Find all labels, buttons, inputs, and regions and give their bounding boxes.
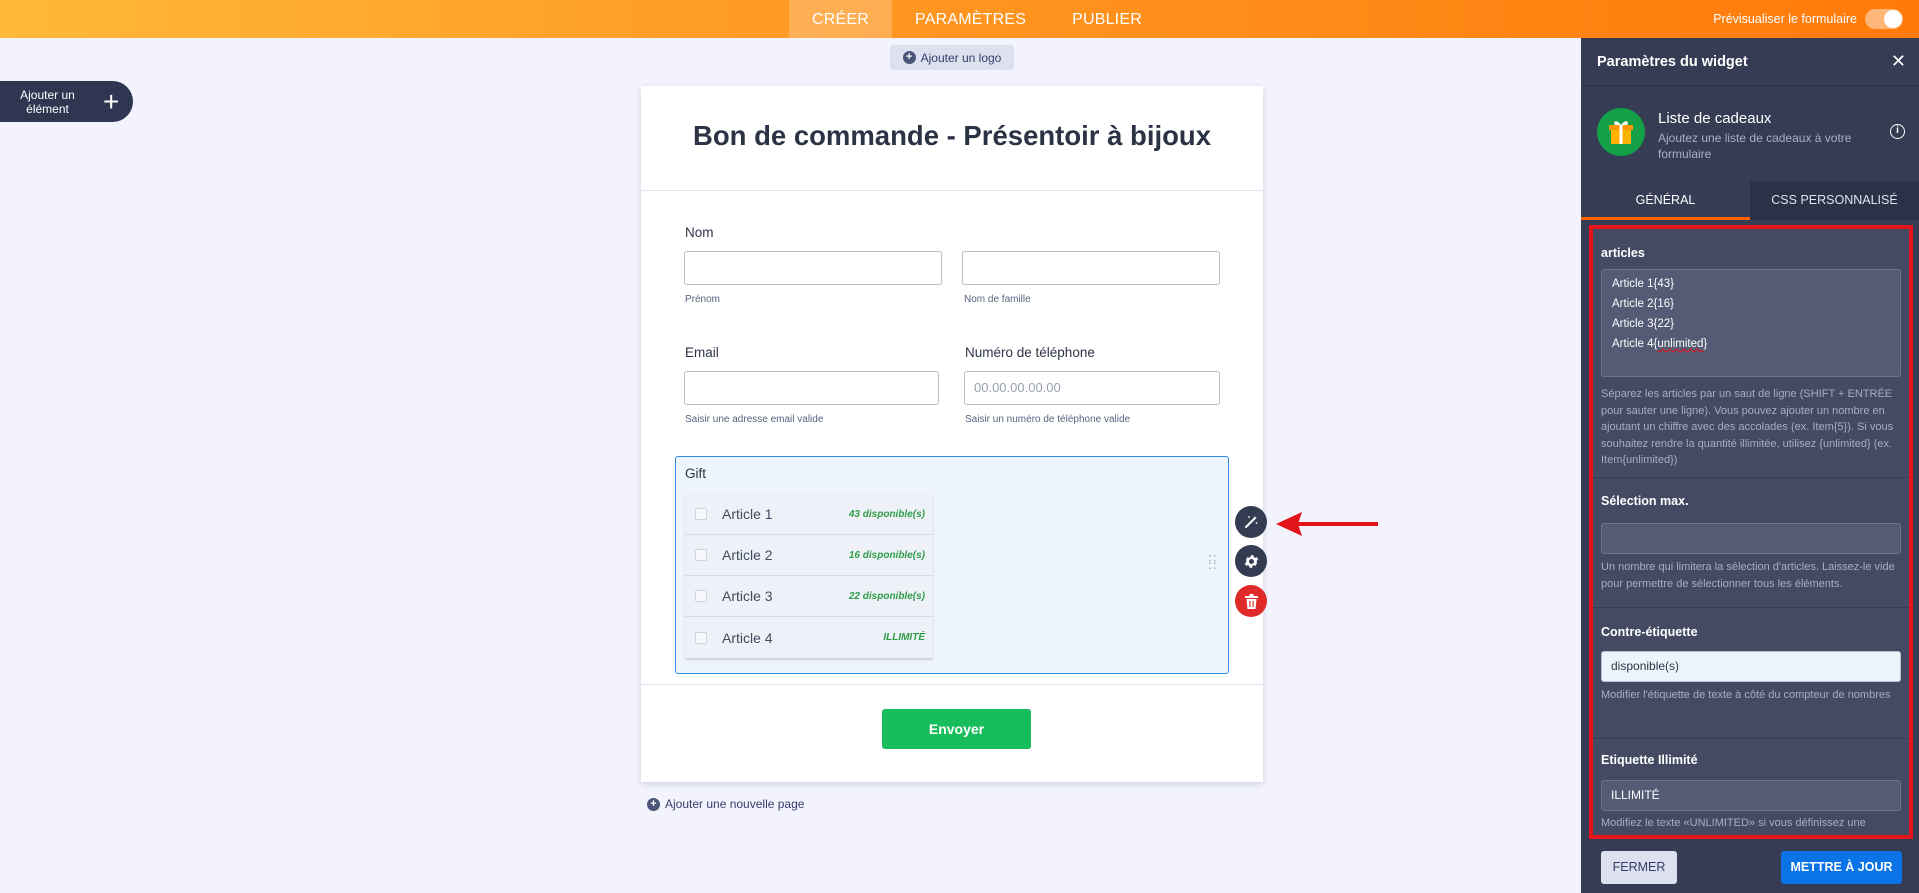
gift-item-name: Article 3 [722,588,773,604]
max-selection-input[interactable] [1601,523,1901,554]
checkbox[interactable] [695,631,707,644]
tab-creer[interactable]: CRÉER [789,0,893,38]
arrow-annotation-icon [1276,512,1378,536]
textarea-line: Article 2{16} [1612,298,1675,310]
max-selection-title: Sélection max. [1601,494,1689,508]
add-page-label: Ajouter une nouvelle page [665,797,805,811]
counter-label-title: Contre-étiquette [1601,625,1698,639]
widget-settings-panel: Paramètres du widget ✕ Liste de cadeaux … [1581,38,1919,893]
gift-list-widget[interactable]: Gift Article 1 43 disponible(s) Article … [675,456,1229,674]
articles-help: Séparez les articles par un saut de lign… [1601,388,1894,466]
close-icon[interactable]: ✕ [1891,51,1906,72]
email-label: Email [685,345,719,360]
gift-title: Gift [685,466,707,481]
tab-general[interactable]: GÉNÉRAL [1581,181,1750,220]
unlimited-label-help: Modifiez le texte «UNLIMITED» si vous dé… [1601,817,1866,829]
name-label: Nom [685,225,714,240]
widget-name: Liste de cadeaux [1658,110,1772,127]
submit-button[interactable]: Envoyer [882,709,1031,749]
email-field[interactable] [684,371,939,405]
trash-icon[interactable] [1235,585,1267,617]
preview-label: Prévisualiser le formulaire [1713,12,1857,26]
add-logo-button[interactable]: + Ajouter un logo [890,45,1014,70]
email-sublabel: Saisir une adresse email valide [685,414,824,425]
unlimited-label-title: Etiquette Illimité [1601,753,1698,767]
top-bar: CRÉER PARAMÈTRES PUBLIER Prévisualiser l… [0,0,1919,38]
gift-item-count: 16 disponible(s) [848,549,925,561]
panel-tabs: GÉNÉRAL CSS PERSONNALISÉ [1581,181,1919,220]
counter-label-section: Contre-étiquette disponible(s) Modifier … [1593,608,1909,739]
checkbox[interactable] [695,549,707,561]
plus-icon: + [103,85,120,117]
info-icon[interactable]: i [1890,124,1905,139]
panel-title: Paramètres du widget [1597,53,1748,70]
preview-toggle-group: Prévisualiser le formulaire [1713,0,1903,38]
unlimited-label-input[interactable]: ILLIMITÉ [1601,780,1901,811]
gear-icon[interactable] [1235,545,1267,577]
gift-item-name: Article 4 [722,629,773,646]
toggle-knob [1884,10,1902,28]
gift-item-count: 22 disponible(s) [848,590,925,602]
gift-icon [1597,108,1645,156]
tab-parametres[interactable]: PARAMÈTRES [892,0,1049,38]
max-selection-section: Sélection max. Un nombre qui limitera la… [1593,478,1909,608]
articles-title: articles [1601,246,1645,260]
textarea-line: Article 4{unlimited} [1612,338,1708,350]
divider [1581,85,1919,86]
first-name-field[interactable] [684,251,942,285]
first-name-sublabel: Prénom [685,294,721,305]
form-title[interactable]: Bon de commande - Présentoir à bijoux [641,120,1263,152]
last-name-field[interactable] [962,251,1220,285]
add-page-button[interactable]: + Ajouter une nouvelle page [647,797,804,811]
gift-item-count: ILLIMITÉ [883,632,925,643]
settings-form: articles Article 1{43} Article 2{16} Art… [1589,225,1913,839]
phone-field[interactable]: 00.00.00.00.00 [964,371,1220,405]
gift-item-name: Article 2 [722,547,773,563]
divider [641,190,1263,191]
update-button[interactable]: METTRE À JOUR [1781,851,1902,884]
last-name-sublabel: Nom de famille [964,294,1031,305]
unlimited-label-section: Etiquette Illimité ILLIMITÉ Modifiez le … [1593,739,1909,835]
gift-item[interactable]: Article 3 22 disponible(s) [685,576,933,617]
add-element-label: Ajouter un élément [20,87,75,116]
articles-section: articles Article 1{43} Article 2{16} Art… [1593,229,1909,478]
gift-item-count: 43 disponible(s) [848,508,925,520]
gift-item[interactable]: Article 4 ILLIMITÉ [685,617,933,658]
textarea-line: Article 3{22} [1612,318,1675,330]
top-tabs: CRÉER PARAMÈTRES PUBLIER [789,0,1165,38]
articles-textarea[interactable]: Article 1{43} Article 2{16} Article 3{22… [1601,269,1901,377]
widget-description: Ajoutez une liste de cadeaux à votre for… [1658,131,1852,161]
gift-item[interactable]: Article 2 16 disponible(s) [685,535,933,576]
add-logo-label: Ajouter un logo [920,50,1002,65]
gift-list: Article 1 43 disponible(s) Article 2 16 … [685,494,933,658]
checkbox[interactable] [695,590,707,602]
close-button[interactable]: FERMER [1601,851,1677,884]
counter-label-help: Modifier l'étiquette de texte à côté du … [1601,689,1891,701]
gift-item[interactable]: Article 1 43 disponible(s) [685,494,933,535]
checkbox[interactable] [695,508,707,520]
tab-publier[interactable]: PUBLIER [1049,0,1165,38]
form-card: Bon de commande - Présentoir à bijoux No… [641,86,1263,782]
plus-circle-icon: + [902,51,916,64]
gift-item-name: Article 1 [722,506,773,522]
wand-icon[interactable] [1235,506,1267,538]
counter-label-input[interactable]: disponible(s) [1601,651,1901,682]
preview-toggle[interactable] [1865,9,1903,29]
divider [641,684,1263,685]
phone-sublabel: Saisir un numéro de téléphone valide [965,414,1131,425]
tab-custom-css[interactable]: CSS PERSONNALISÉ [1750,181,1919,220]
max-selection-help: Un nombre qui limitera la sélection d'ar… [1601,561,1895,590]
add-element-button[interactable]: Ajouter un élément + [0,81,133,122]
plus-circle-icon: + [647,797,660,811]
drag-handle-icon[interactable]: ⁚⁚ ⁚⁚ [1208,554,1218,571]
widget-info: Liste de cadeaux Ajoutez une liste de ca… [1597,108,1913,161]
textarea-line: Article 1{43} [1612,278,1675,290]
phone-label: Numéro de téléphone [965,345,1095,360]
